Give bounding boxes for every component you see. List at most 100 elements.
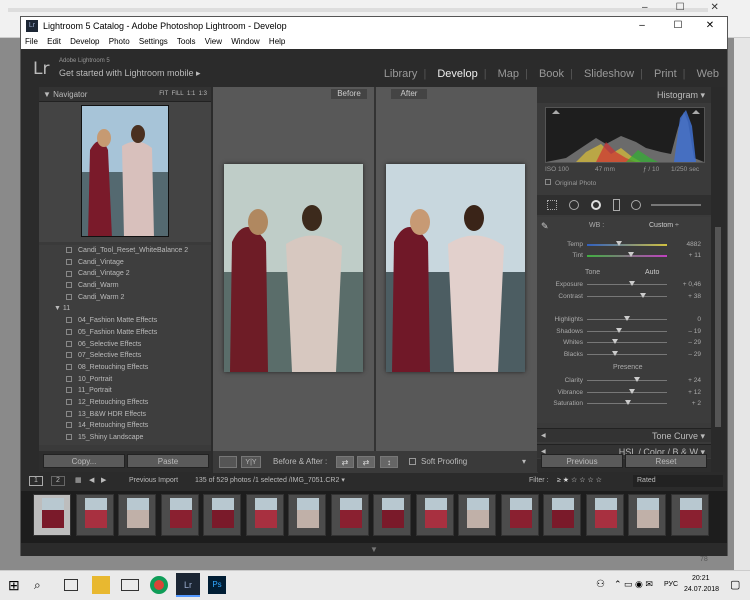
before-image[interactable] [224,164,363,372]
mobile-promo-link[interactable]: Get started with Lightroom mobile ▸ [59,68,201,79]
filmstrip-info[interactable]: 135 of 529 photos /1 selected /IMG_7051.… [195,473,345,489]
slider-knob[interactable] [612,351,618,356]
filmstrip-thumbnail[interactable] [245,494,284,536]
tone-curve-header[interactable]: ◀ Tone Curve ▾ [537,428,711,442]
filmstrip-thumbnail[interactable] [628,494,666,536]
auto-tone-button[interactable]: Auto [645,269,659,276]
slider-value[interactable]: + 24 [669,375,701,386]
crop-tool-icon[interactable] [547,200,557,210]
after-image[interactable] [386,164,525,372]
brush-slider[interactable] [651,204,701,206]
slider-track[interactable] [587,284,667,285]
navigator-header[interactable]: ▼ Navigator FIT FILL 1:1 1:3 [39,87,211,102]
preset-item[interactable]: Candi_Warm [39,280,211,292]
before-after-view-button[interactable]: Y|Y [241,456,261,468]
module-develop[interactable]: Develop [437,68,477,80]
histogram[interactable] [545,107,705,163]
source-label[interactable]: Previous Import [129,473,178,489]
copy-button[interactable]: Copy... [43,454,125,468]
menu-settings[interactable]: Settings [139,37,168,46]
filmstrip-thumbnail[interactable] [330,494,369,536]
module-book[interactable]: Book [539,68,564,80]
paste-button[interactable]: Paste [127,454,209,468]
graduated-filter-icon[interactable] [613,199,620,211]
loupe-view-icon[interactable] [219,456,237,468]
preset-item[interactable]: 16_Sweet Natural Effects [39,444,211,445]
copy-after-to-before-icon[interactable]: ⇄ [357,456,375,468]
language-indicator[interactable]: РУС [664,581,678,588]
close-button[interactable]: ✕ [693,17,727,35]
slider-value[interactable]: + 38 [669,291,701,302]
slider-temp[interactable]: Temp 4882 [537,239,711,250]
slider-knob[interactable] [628,281,635,286]
wb-eyedropper-icon[interactable]: ✎ [541,221,549,232]
preset-item[interactable]: 12_Retouching Effects [39,397,211,409]
slider-track[interactable] [587,296,667,297]
menu-window[interactable]: Window [231,37,259,46]
slider-value[interactable]: + 12 [669,387,701,398]
file-explorer-icon[interactable] [92,576,110,594]
slider-knob[interactable] [616,241,622,246]
filmstrip-thumbnail[interactable] [288,494,326,536]
preset-item[interactable]: 11_Portrait [39,385,211,397]
histogram-header[interactable]: Histogram ▾ [537,87,711,103]
menu-photo[interactable]: Photo [109,37,130,46]
red-eye-icon[interactable] [591,200,601,210]
slider-knob[interactable] [628,389,635,394]
slider-value[interactable]: + 2 [669,398,701,409]
preset-item[interactable]: 08_Retouching Effects [39,362,211,374]
grid-view-icon[interactable]: ▦ [75,473,82,489]
slider-knob[interactable] [616,328,622,333]
slider-knob[interactable] [624,316,630,321]
zoom-fill[interactable]: FILL [172,91,184,97]
reset-button[interactable]: Reset [625,454,707,468]
page-1-button[interactable]: 1 [29,476,43,486]
filmstrip-thumbnail[interactable] [415,494,454,536]
slider-track[interactable] [587,244,667,246]
preset-item[interactable]: 06_Selective Effects [39,339,211,351]
filmstrip-thumbnail[interactable] [458,494,496,536]
filmstrip-thumbnail[interactable] [75,494,114,536]
filter-dropdown[interactable]: Rated [633,475,723,487]
preset-item[interactable]: Candi_Tool_Reset_WhiteBalance 2 [39,245,211,257]
menu-tools[interactable]: Tools [177,37,196,46]
start-icon[interactable]: ⊞ [8,576,26,594]
people-icon[interactable]: ⚇ [596,579,605,590]
filmstrip-thumbnail[interactable] [160,494,199,536]
zoom-fit[interactable]: FIT [159,91,168,97]
menu-help[interactable]: Help [269,37,285,46]
menu-develop[interactable]: Develop [70,37,99,46]
zoom-1-3[interactable]: 1:3 [199,91,207,97]
slider-knob[interactable] [612,339,618,344]
radial-filter-icon[interactable] [631,200,641,210]
filmstrip-thumbnail[interactable] [500,494,539,536]
chrome-icon[interactable] [150,576,168,594]
slider-value[interactable]: – 19 [669,326,701,337]
preset-item[interactable]: 05_Fashion Matte Effects [39,327,211,339]
system-tray-icons[interactable]: ⌃ ▭ ◉ ✉ [614,579,653,590]
slider-whites[interactable]: Whites – 29 [537,337,711,348]
slider-track[interactable] [587,392,667,393]
slider-value[interactable]: 0 [669,314,701,325]
task-view-icon[interactable] [64,579,78,591]
lightroom-taskbar-icon[interactable]: Lr [176,573,200,597]
copy-before-to-after-icon[interactable]: ⇄ [336,456,354,468]
filmstrip-thumbnail[interactable] [373,494,411,536]
menu-view[interactable]: View [205,37,222,46]
right-panel-scrollbar[interactable] [711,87,725,472]
menu-file[interactable]: File [25,37,38,46]
slider-vibrance[interactable]: Vibrance + 12 [537,387,711,398]
filmstrip-thumbnail[interactable] [670,494,709,536]
filmstrip-thumbnail[interactable] [543,494,581,536]
slider-exposure[interactable]: Exposure + 0,46 [537,279,711,290]
slider-value[interactable]: + 0,46 [669,279,701,290]
preset-item[interactable]: 14_Retouching Effects [39,420,211,432]
previous-button[interactable]: Previous [541,454,623,468]
module-library[interactable]: Library [384,68,418,80]
module-slideshow[interactable]: Slideshow [584,68,634,80]
slider-value[interactable]: + 11 [669,250,701,261]
slider-contrast[interactable]: Contrast + 38 [537,291,711,302]
clock-date[interactable]: 24.07.2018 [684,586,719,593]
slider-saturation[interactable]: Saturation + 2 [537,398,711,409]
slider-track[interactable] [587,342,667,343]
